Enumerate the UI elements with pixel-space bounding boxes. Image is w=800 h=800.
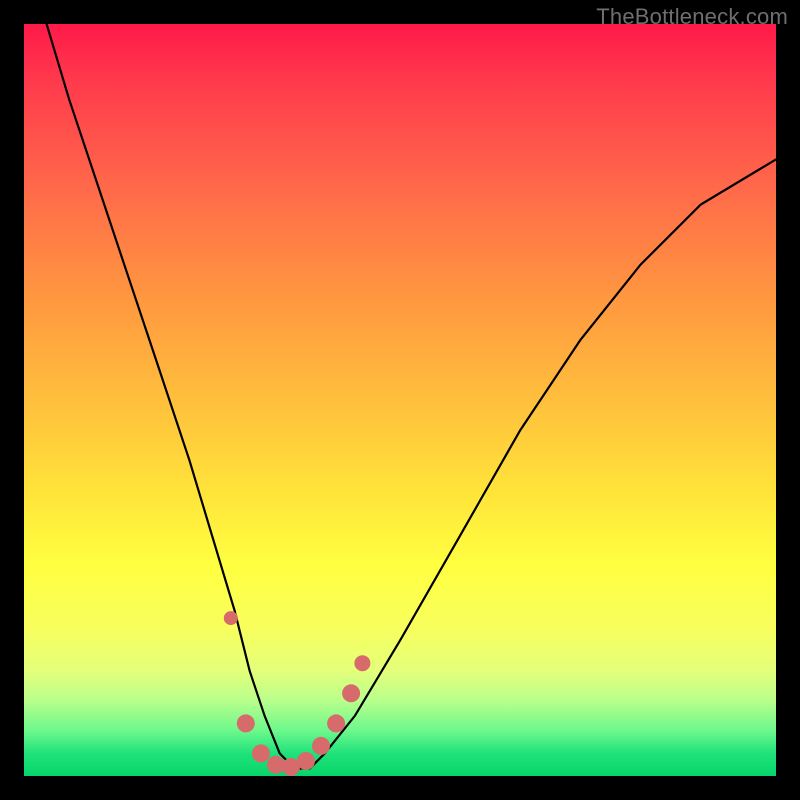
bottleneck-curve-line: [47, 24, 776, 769]
bottleneck-chart-svg: [24, 24, 776, 776]
bottleneck-marker-dot: [342, 684, 360, 702]
bottleneck-marker-dot: [354, 655, 370, 671]
bottleneck-marker-dot: [327, 714, 345, 732]
bottleneck-marker-dot: [252, 744, 270, 762]
bottleneck-marker-group: [224, 611, 371, 776]
bottleneck-marker-dot: [224, 611, 238, 625]
bottleneck-marker-dot: [297, 752, 315, 770]
bottleneck-marker-dot: [312, 737, 330, 755]
chart-plot-area: [24, 24, 776, 776]
bottleneck-marker-dot: [267, 756, 285, 774]
bottleneck-marker-dot: [237, 714, 255, 732]
